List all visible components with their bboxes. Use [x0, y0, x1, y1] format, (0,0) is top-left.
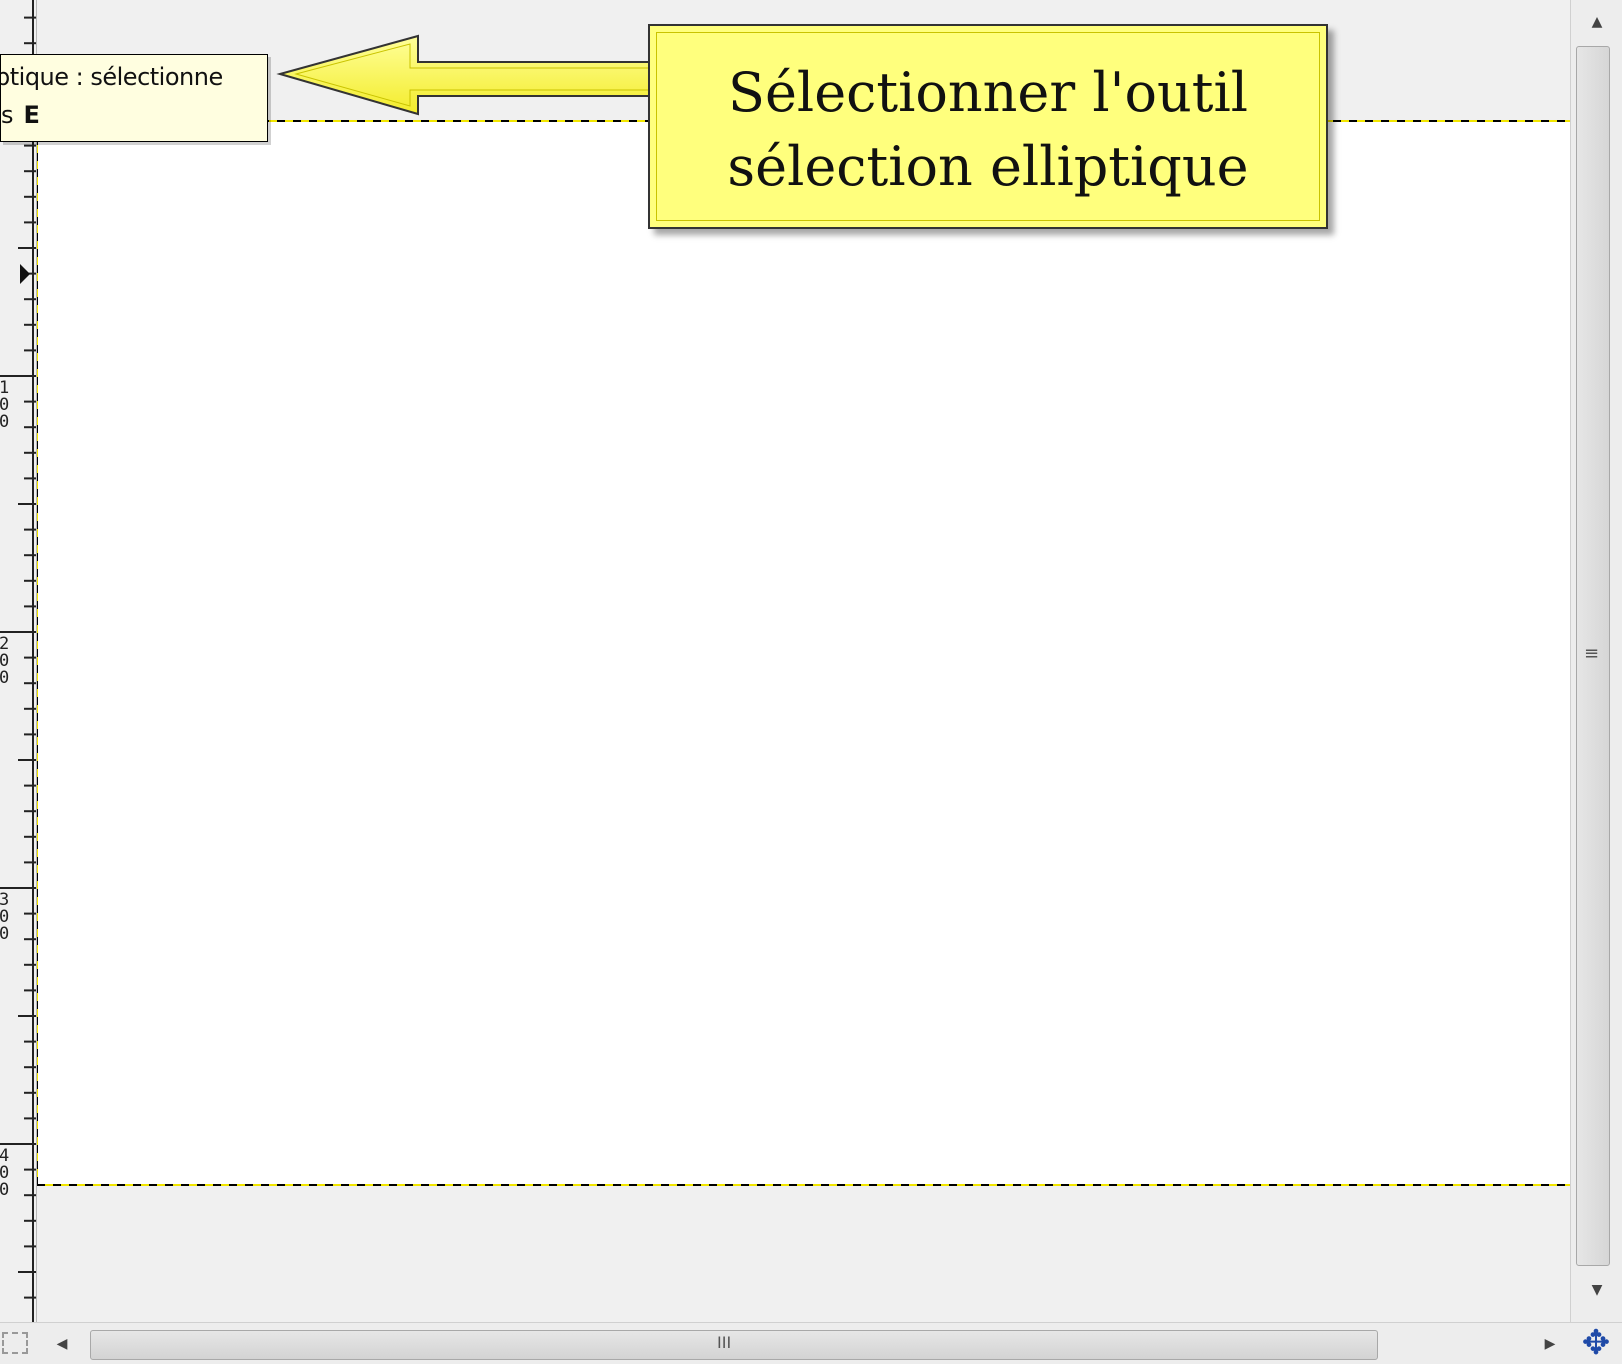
- instruction-callout: Sélectionner l'outil sélection elliptiqu…: [648, 24, 1328, 229]
- quick-mask-toggle-icon[interactable]: [2, 1332, 28, 1354]
- tooltip-description: ptique : sélectionne: [0, 63, 223, 91]
- vertical-grip-icon: ≡: [1584, 643, 1600, 664]
- callout-text: Sélectionner l'outil sélection elliptiqu…: [650, 56, 1326, 204]
- vertical-ruler[interactable]: 1 0 0 2 0 0 3 0 0 4 0 0: [0, 0, 37, 1322]
- horizontal-grip-icon: III: [717, 1333, 732, 1352]
- scroll-left-button[interactable]: ◀: [42, 1323, 82, 1364]
- tooltip-shortcut-prefix: s: [1, 101, 14, 129]
- horizontal-scroll-thumb[interactable]: III: [90, 1330, 1378, 1360]
- vertical-scroll-thumb[interactable]: ≡: [1576, 46, 1610, 1266]
- callout-line-1: Sélectionner l'outil: [727, 61, 1249, 124]
- ruler-label-200: 2 0 0: [0, 634, 10, 688]
- scroll-down-button[interactable]: ▼: [1571, 1270, 1622, 1310]
- scroll-up-button[interactable]: ▲: [1571, 2, 1622, 42]
- callout-arrow-icon: [276, 34, 661, 116]
- scroll-right-button[interactable]: ▶: [1530, 1323, 1570, 1364]
- callout-line-2: sélection elliptique: [727, 135, 1249, 198]
- tooltip-shortcut-line: sE: [1, 101, 40, 129]
- tool-tooltip: ptique : sélectionne sE: [0, 54, 268, 142]
- navigate-icon[interactable]: ✥: [1574, 1322, 1618, 1363]
- horizontal-scrollbar[interactable]: ◀ III ▶: [0, 1322, 1622, 1364]
- ruler-label-300: 3 0 0: [0, 890, 10, 944]
- ruler-label-100: 1 0 0: [0, 378, 10, 432]
- tooltip-shortcut-key: E: [23, 101, 40, 129]
- ruler-label-400: 4 0 0: [0, 1146, 10, 1200]
- vertical-scrollbar[interactable]: ▲ ≡ ▼: [1570, 0, 1622, 1322]
- pointer-position-marker: [20, 264, 30, 284]
